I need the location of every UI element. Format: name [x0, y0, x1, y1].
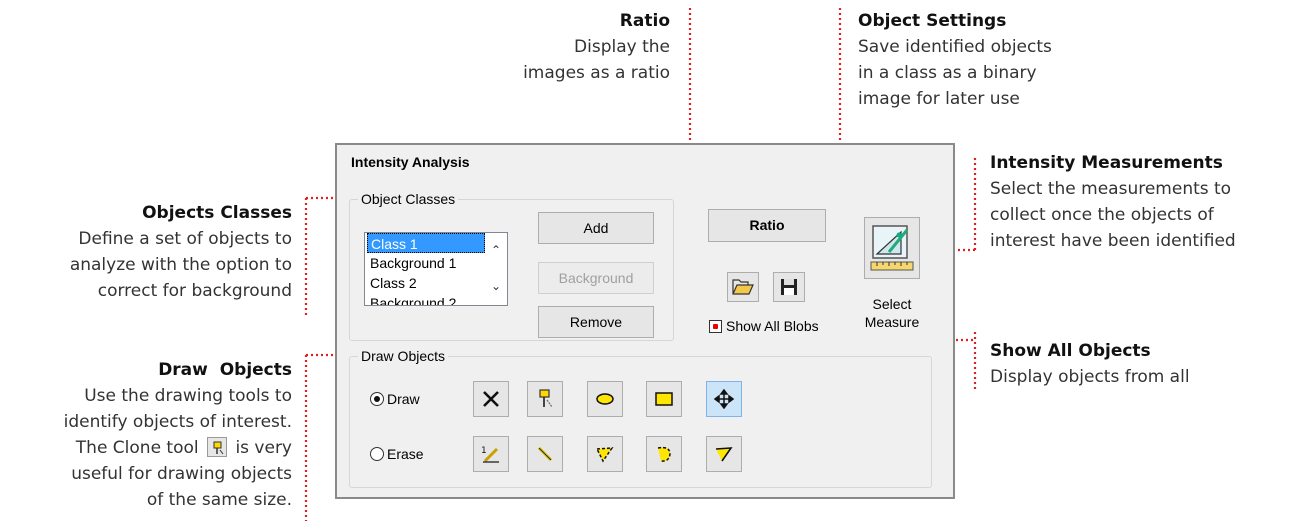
- callout-object-settings-line: Save identified objects: [858, 37, 1052, 57]
- callout-object-settings-line: image for later use: [858, 89, 1020, 109]
- delete-tool-button[interactable]: [473, 381, 509, 417]
- scroll-down-icon[interactable]: ⌄: [491, 279, 501, 293]
- callout-intensity-measurements-line: Select the measurements to: [990, 179, 1232, 199]
- select-measure-label-line: Measure: [864, 314, 920, 330]
- measure-ruler-icon: [870, 225, 914, 271]
- move-icon: [714, 389, 734, 409]
- checkbox-box[interactable]: [709, 319, 722, 333]
- object-classes-group: Object Classes Class 1 Background 1 Clas…: [349, 191, 674, 341]
- list-scrollbar[interactable]: ⌃ ⌄: [487, 233, 507, 305]
- callout-show-all-objects-line: Display objects from all: [990, 367, 1190, 387]
- callout-objects-classes-line: correct for background: [97, 281, 292, 301]
- clone-tool-icon: [539, 389, 553, 408]
- list-item[interactable]: Class 1: [367, 233, 485, 253]
- move-tool-button[interactable]: [706, 381, 742, 417]
- floppy-disk-icon: [781, 279, 797, 295]
- intensity-analysis-panel: Intensity Analysis Object Classes Class …: [335, 143, 955, 499]
- callout-draw-objects-title: Draw Objects: [158, 360, 292, 380]
- save-button[interactable]: [773, 272, 805, 302]
- freehand-icon: [657, 446, 671, 462]
- draw-objects-group: Draw Objects Draw Erase 1: [349, 348, 932, 488]
- line-icon: [537, 446, 553, 462]
- freehand-tool-button[interactable]: [646, 436, 682, 472]
- ratio-button[interactable]: Ratio: [708, 209, 826, 242]
- callout-draw-objects-line: of the same size.: [146, 490, 292, 510]
- callout-draw-objects-line: Use the drawing tools to: [84, 386, 292, 406]
- select-measure-label-line: Select: [872, 296, 912, 312]
- add-class-button[interactable]: Add: [538, 212, 654, 244]
- callout-ratio-line: images as a ratio: [523, 63, 670, 83]
- callout-ratio-line: Display the: [574, 37, 670, 57]
- callout-draw-objects: Draw Objects Use the drawing tools to id…: [0, 357, 292, 513]
- callout-show-all-objects: Show All Objects Display objects from al…: [990, 338, 1280, 390]
- list-item[interactable]: Background 1: [367, 253, 485, 273]
- clone-tool-button[interactable]: [527, 381, 563, 417]
- callout-intensity-measurements-title: Intensity Measurements: [990, 153, 1223, 173]
- object-classes-label: Object Classes: [358, 191, 459, 207]
- background-button[interactable]: Background: [538, 262, 654, 294]
- clone-tool-icon: [207, 437, 228, 457]
- panel-title: Intensity Analysis: [351, 154, 470, 170]
- delete-x-icon: [483, 391, 499, 407]
- draw-radio[interactable]: Draw: [370, 391, 420, 407]
- show-all-blobs-checkbox[interactable]: Show All Blobs: [709, 318, 819, 334]
- callout-draw-objects-line-part: The Clone tool: [75, 438, 199, 458]
- callout-intensity-measurements-line: collect once the objects of: [990, 205, 1214, 225]
- erase-radio[interactable]: Erase: [370, 446, 424, 462]
- line-tool-button[interactable]: [527, 436, 563, 472]
- callout-ratio: Ratio Display the images as a ratio: [470, 8, 670, 86]
- callout-draw-objects-line-part: is very: [235, 438, 292, 458]
- callout-object-settings-title: Object Settings: [858, 11, 1007, 31]
- callout-intensity-measurements-line: interest have been identified: [990, 231, 1236, 251]
- callout-object-settings-line: in a class as a binary: [858, 63, 1037, 83]
- remove-class-button[interactable]: Remove: [538, 306, 654, 338]
- radio-dot[interactable]: [370, 392, 384, 406]
- callout-intensity-measurements: Intensity Measurements Select the measur…: [990, 150, 1296, 254]
- folder-open-icon: [732, 279, 754, 295]
- draw-radio-label: Draw: [387, 391, 420, 407]
- select-measure-label: Select Measure: [847, 295, 937, 331]
- select-measure-button[interactable]: [864, 217, 920, 279]
- callout-objects-classes: Objects Classes Define a set of objects …: [10, 200, 292, 304]
- callout-draw-objects-line: identify objects of interest.: [63, 412, 292, 432]
- callout-objects-classes-line: analyze with the option to: [69, 255, 292, 275]
- svg-text:1: 1: [481, 446, 487, 456]
- polygon-tool-button[interactable]: [587, 436, 623, 472]
- rectangle-tool-button[interactable]: [646, 381, 682, 417]
- callout-ratio-title: Ratio: [619, 11, 670, 31]
- scroll-up-icon[interactable]: ⌃: [491, 243, 501, 257]
- rectangle-icon: [655, 392, 673, 406]
- polyline-icon: [715, 447, 733, 462]
- ellipse-icon: [596, 393, 614, 405]
- ellipse-tool-button[interactable]: [587, 381, 623, 417]
- callout-draw-objects-clone-line: The Clone tool is very: [0, 435, 292, 461]
- radio-dot[interactable]: [370, 447, 384, 461]
- auto-trace-tool-button[interactable]: 1: [473, 436, 509, 472]
- callout-draw-objects-line: useful for drawing objects: [71, 464, 292, 484]
- erase-radio-label: Erase: [387, 446, 424, 462]
- polygon-icon: [595, 447, 614, 463]
- callout-show-all-objects-title: Show All Objects: [990, 341, 1151, 361]
- show-all-blobs-label: Show All Blobs: [726, 318, 819, 334]
- open-button[interactable]: [727, 272, 759, 302]
- list-item[interactable]: Background 2: [367, 293, 485, 305]
- callout-object-settings: Object Settings Save identified objects …: [858, 8, 1118, 112]
- draw-objects-label: Draw Objects: [358, 348, 449, 364]
- list-item[interactable]: Class 2: [367, 273, 485, 293]
- callout-objects-classes-line: Define a set of objects to: [78, 229, 292, 249]
- auto-trace-icon: 1: [481, 446, 499, 463]
- polyline-tool-button[interactable]: [706, 436, 742, 472]
- object-classes-list[interactable]: Class 1 Background 1 Class 2 Background …: [364, 232, 508, 306]
- callout-objects-classes-title: Objects Classes: [142, 203, 292, 223]
